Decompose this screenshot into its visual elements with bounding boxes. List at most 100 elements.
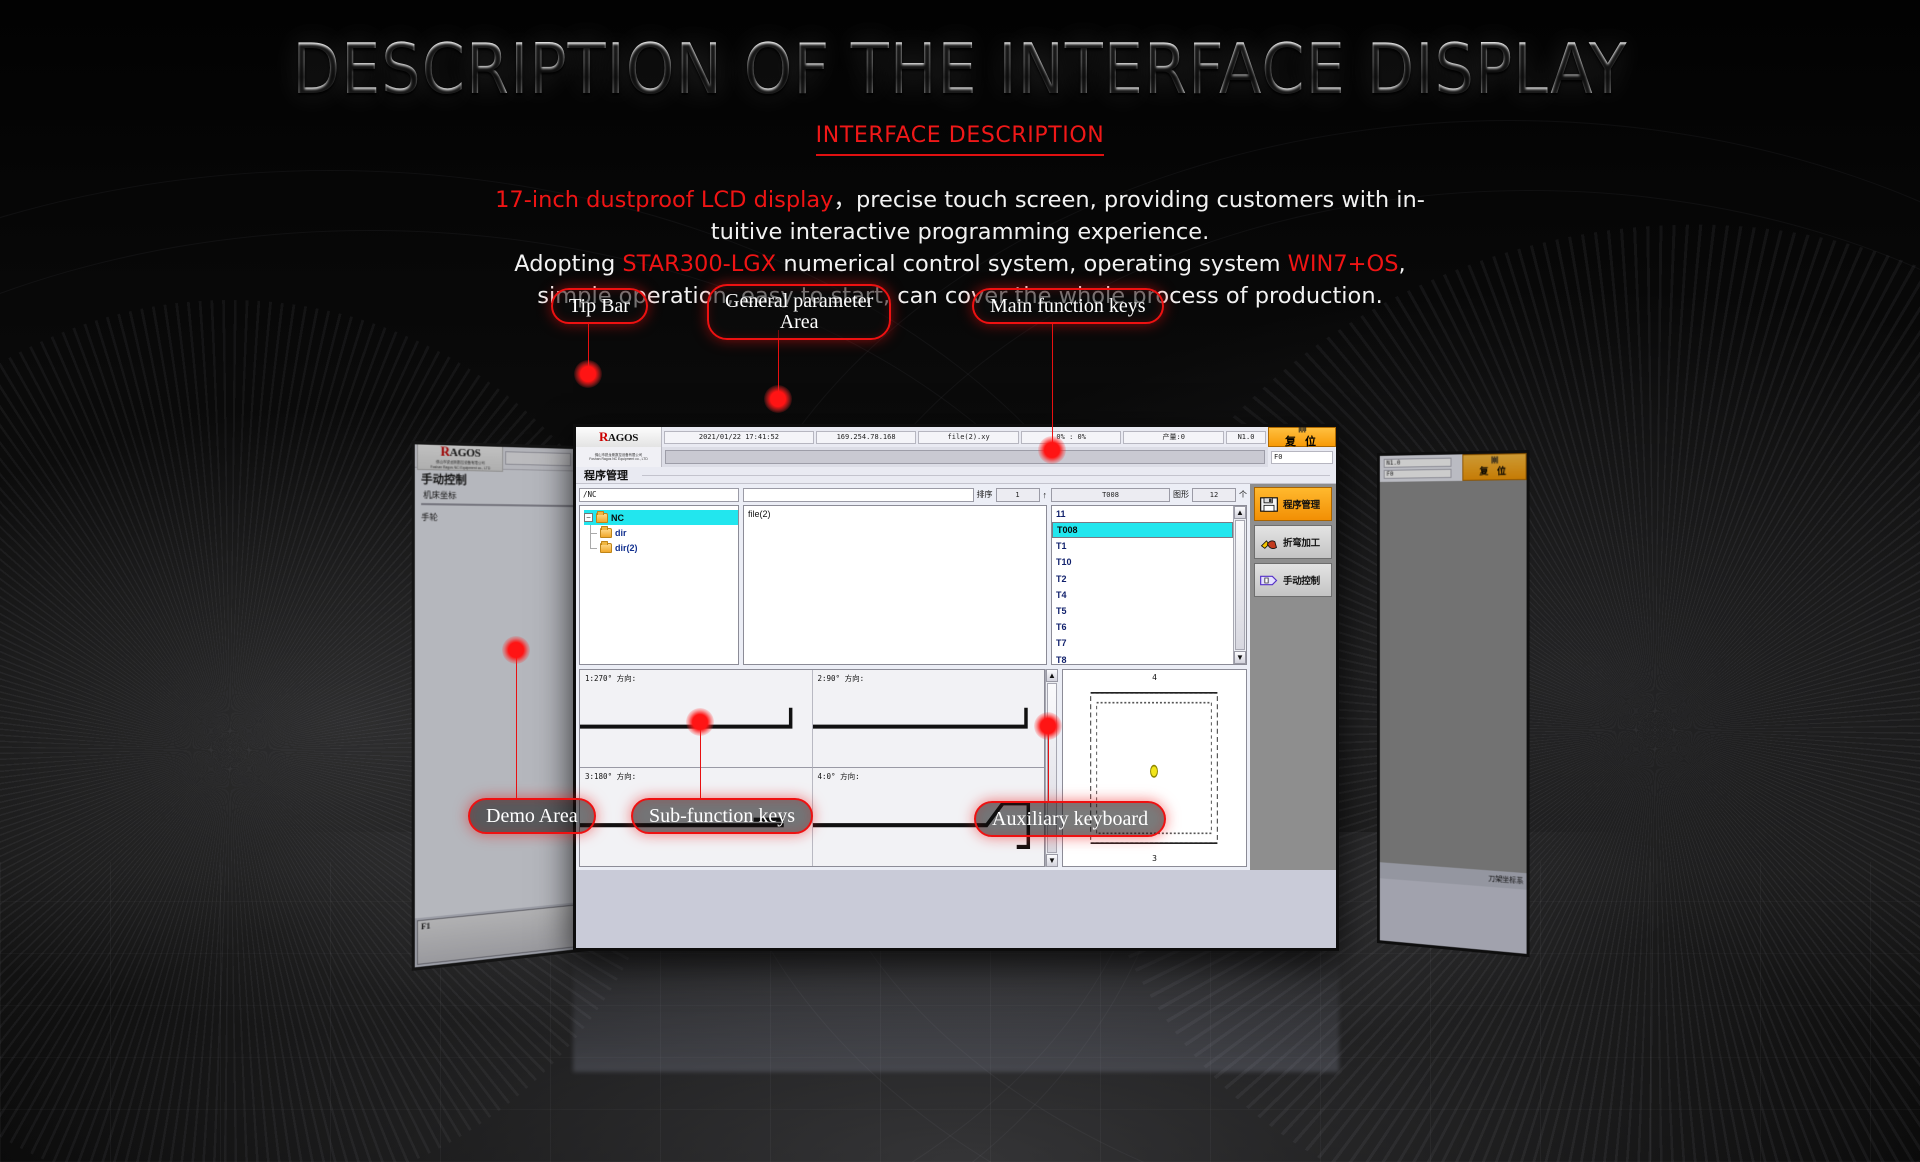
preview-label-top: 4 [1152, 673, 1157, 682]
tree-item-label: dir [615, 527, 627, 538]
tool-list-item[interactable]: T008 [1052, 522, 1233, 539]
brand-initial: R [598, 429, 609, 444]
f0-field[interactable]: F0 [1271, 450, 1333, 464]
reset-button[interactable]: ||ı||ı||ı 复 位 [1268, 425, 1336, 448]
hotspot-general-parameter-area [764, 385, 792, 413]
description-line-3-c: , [1398, 251, 1406, 277]
directory-tree[interactable]: − NC dir dir(2) [579, 505, 739, 665]
description-highlight-win7: WIN7+OS [1287, 251, 1399, 277]
callout-general-parameter-area: General parameter Area [707, 284, 892, 340]
description-line-2: tuitive interactive programming experien… [710, 219, 1210, 245]
screen-page-title: 程序管理 [576, 467, 1336, 484]
program-panel-head: 排序 1 ↑ [743, 487, 1047, 502]
right-toolbar-label: 刀架坐标系 [1488, 875, 1524, 886]
f0-cell: F0 [1268, 447, 1336, 467]
panels-row: /NC − NC dir dir(2) 排序 1 ↑ file(2) T008 … [579, 487, 1247, 665]
scroll-up-icon[interactable]: ▲ [1234, 506, 1246, 519]
program-list[interactable]: file(2) [743, 505, 1047, 665]
description-line-1: 17-inch dustproof LCD display，precise to… [0, 184, 1920, 216]
sort-value-field[interactable]: 1 [995, 487, 1040, 502]
tool-list-item[interactable]: T6 [1052, 619, 1233, 635]
demo-scroll-up-icon[interactable]: ▲ [1046, 669, 1058, 682]
tool-list-item[interactable]: T8 [1052, 652, 1233, 665]
brand-logo: RAGOS [576, 427, 662, 447]
description-highlight-star300: STAR300-LGX [622, 251, 777, 277]
directory-panel: /NC − NC dir dir(2) [579, 487, 739, 665]
function-key-manual-hand[interactable]: 手动控制 [1254, 563, 1332, 597]
right-f-value: F0 [1383, 468, 1452, 479]
description-line-3-b: numerical control system, operating syst… [776, 251, 1288, 277]
brand-subtext: 佛山市锐龙斯数控设备有限公司 Foshan Ragos NC Equipment… [576, 447, 662, 467]
tree-item[interactable]: dir [584, 525, 738, 540]
folder-icon [600, 540, 612, 553]
status-field-0: 2021/01/22 17:41:52 [664, 430, 814, 444]
tool-panel: T008 图形 12 个 11T008T1T10T2T4T5T6T7T8test… [1051, 487, 1247, 665]
leader-demo-area [516, 648, 517, 800]
sub-function-key-grid [578, 872, 1266, 946]
floppy-disk-icon [1258, 494, 1280, 514]
tool-list-item[interactable]: T2 [1052, 571, 1233, 587]
scroll-thumb[interactable] [1235, 520, 1245, 650]
folder-icon [596, 510, 608, 523]
scroll-down-icon[interactable]: ▼ [1234, 651, 1246, 664]
bend-cell-2[interactable]: 2:90° 方向: [812, 670, 1044, 768]
tip-bar[interactable] [665, 450, 1265, 464]
tree-expander-icon[interactable]: − [584, 513, 593, 522]
function-key-bend-hand[interactable]: 折弯加工 [1254, 525, 1332, 559]
program-path-input[interactable] [743, 487, 974, 502]
bend-direction-grid: 1:270° 方向: 2:90° 方向: 3:180° 方向: 4:0° 方向: [579, 669, 1045, 867]
tree-indent [584, 525, 597, 540]
directory-path-input[interactable]: /NC [579, 487, 739, 502]
part-preview[interactable]: 4 3 [1062, 669, 1247, 867]
tool-list-item[interactable]: T7 [1052, 635, 1233, 651]
graphic-count-unit: 个 [1239, 490, 1247, 499]
description-line-4: simple operation, easy to start, can cov… [537, 283, 1383, 309]
brand-sub-en: Foshan Ragos NC Equipment co., LTD [589, 457, 648, 461]
subtitle-block: INTERFACE DESCRIPTION [815, 123, 1105, 156]
left-f1-key-label: F1 [421, 921, 431, 932]
header: DESCRIPTION OF THE INTERFACE DISPLAY INT… [0, 0, 1920, 312]
program-list-item[interactable]: file(2) [744, 506, 1046, 519]
bend-cell-3-caption: 3:180° 方向: [585, 772, 637, 781]
tool-list-item[interactable]: T10 [1052, 554, 1233, 570]
bend-hand-icon [1258, 532, 1280, 552]
demo-scrollbar[interactable]: ▲ ▼ [1045, 669, 1058, 867]
brand-name: RAGOS [599, 429, 638, 445]
right-function-keys [1379, 479, 1527, 874]
tool-list-scrollbar[interactable]: ▲ ▼ [1233, 506, 1246, 664]
tool-head-field[interactable]: T008 [1051, 487, 1170, 502]
tool-list-item[interactable]: T4 [1052, 587, 1233, 603]
graphic-count-field[interactable]: 12 [1192, 487, 1236, 502]
hotspot-tip-bar [574, 360, 602, 388]
preview-label-bottom: 3 [1152, 854, 1157, 863]
demo-scroll-down-icon[interactable]: ▼ [1046, 854, 1058, 867]
callout-main-function-keys: Main function keys [972, 288, 1164, 324]
tree-item[interactable]: − NC [584, 510, 738, 525]
callout-demo-area: Demo Area [468, 798, 596, 834]
callout-gpa-line2: Area [779, 311, 819, 333]
description-line-1-rest: ，precise touch screen, providing custome… [833, 187, 1425, 213]
directory-panel-head: /NC [579, 487, 739, 502]
bend-row-1: 1:270° 方向: 2:90° 方向: [580, 670, 1044, 768]
sort-arrow-up-icon[interactable]: ↑ [1043, 490, 1048, 500]
tool-list-item[interactable]: T5 [1052, 603, 1233, 619]
function-key-floppy-disk[interactable]: 程序管理 [1254, 487, 1332, 521]
tree-item-label: NC [611, 512, 624, 523]
tool-list-item[interactable]: T1 [1052, 538, 1233, 554]
main-function-keys: 程序管理折弯加工手动控制 [1250, 484, 1336, 870]
status-field-n: N1.0 [1226, 430, 1266, 444]
reset-glyph-icon: ||ı||ı||ı [1298, 425, 1307, 433]
status-field-1: 169.254.78.168 [815, 430, 917, 444]
program-panel: 排序 1 ↑ file(2) [743, 487, 1047, 665]
program-list-items: file(2) [744, 506, 1046, 519]
right-reset-key[interactable]: ||ı||ı|| 复 位 [1462, 453, 1527, 481]
demo-area: 1:270° 方向: 2:90° 方向: 3:180° 方向: 4:0° 方向:… [579, 669, 1247, 867]
right-aux-keyboard [1379, 878, 1527, 954]
tree-item[interactable]: dir(2) [584, 540, 738, 555]
tool-list-item[interactable]: 11 [1052, 506, 1233, 522]
bend-cell-4-caption: 4:0° 方向: [817, 772, 860, 781]
right-monitor-screen: N1.0 F0 ||ı||ı|| 复 位 刀架坐标系 [1377, 449, 1530, 958]
tool-list[interactable]: 11T008T1T10T2T4T5T6T7T8test1 ▲ ▼ [1051, 505, 1247, 665]
manual-hand-icon [1258, 570, 1280, 590]
right-reset-label: 复 位 [1479, 465, 1510, 477]
